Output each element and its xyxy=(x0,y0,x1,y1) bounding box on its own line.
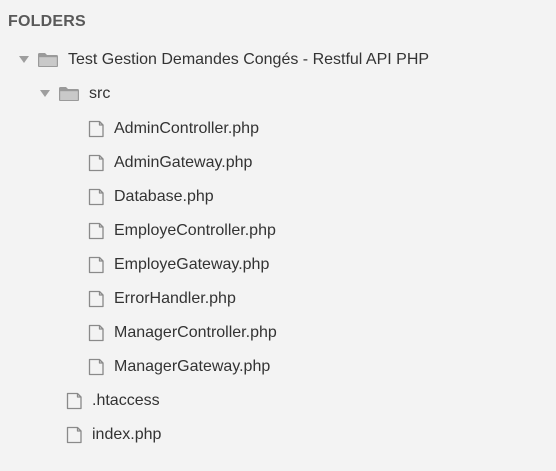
file-icon xyxy=(87,222,105,240)
file-icon xyxy=(87,120,105,138)
file-item[interactable]: Database.php xyxy=(0,182,556,212)
file-label: AdminController.php xyxy=(114,120,259,137)
file-icon xyxy=(87,324,105,342)
src-folder-label: src xyxy=(89,85,111,102)
file-item[interactable]: EmployeGateway.php xyxy=(0,250,556,280)
file-label: ManagerController.php xyxy=(114,324,277,341)
file-icon xyxy=(65,392,83,410)
file-item[interactable]: ManagerController.php xyxy=(0,318,556,348)
folder-icon xyxy=(58,86,80,102)
folders-header: FOLDERS xyxy=(8,13,86,30)
file-label: index.php xyxy=(92,426,162,443)
chevron-down-icon[interactable] xyxy=(40,89,50,99)
file-item[interactable]: index.php xyxy=(0,420,556,450)
file-label: EmployeController.php xyxy=(114,222,276,239)
file-icon xyxy=(87,154,105,172)
file-item[interactable]: AdminController.php xyxy=(0,114,556,144)
file-label: AdminGateway.php xyxy=(114,154,253,171)
root-folder-label: Test Gestion Demandes Congés - Restful A… xyxy=(68,51,430,68)
file-item[interactable]: AdminGateway.php xyxy=(0,148,556,178)
chevron-down-icon[interactable] xyxy=(19,55,29,65)
file-item[interactable]: ManagerGateway.php xyxy=(0,352,556,382)
file-label: ManagerGateway.php xyxy=(114,358,271,375)
file-icon xyxy=(87,358,105,376)
file-label: .htaccess xyxy=(92,392,160,409)
file-icon xyxy=(65,426,83,444)
file-label: EmployeGateway.php xyxy=(114,256,270,273)
file-icon xyxy=(87,290,105,308)
src-folder[interactable]: src xyxy=(0,79,556,109)
file-label: Database.php xyxy=(114,188,214,205)
root-folder[interactable]: Test Gestion Demandes Congés - Restful A… xyxy=(0,45,556,75)
file-item[interactable]: .htaccess xyxy=(0,386,556,416)
file-label: ErrorHandler.php xyxy=(114,290,236,307)
file-item[interactable]: ErrorHandler.php xyxy=(0,284,556,314)
folder-icon xyxy=(37,52,59,68)
file-icon xyxy=(87,188,105,206)
file-icon xyxy=(87,256,105,274)
file-item[interactable]: EmployeController.php xyxy=(0,216,556,246)
folders-sidebar: FOLDERS Test Gestion Demandes Congés - R… xyxy=(0,0,556,471)
